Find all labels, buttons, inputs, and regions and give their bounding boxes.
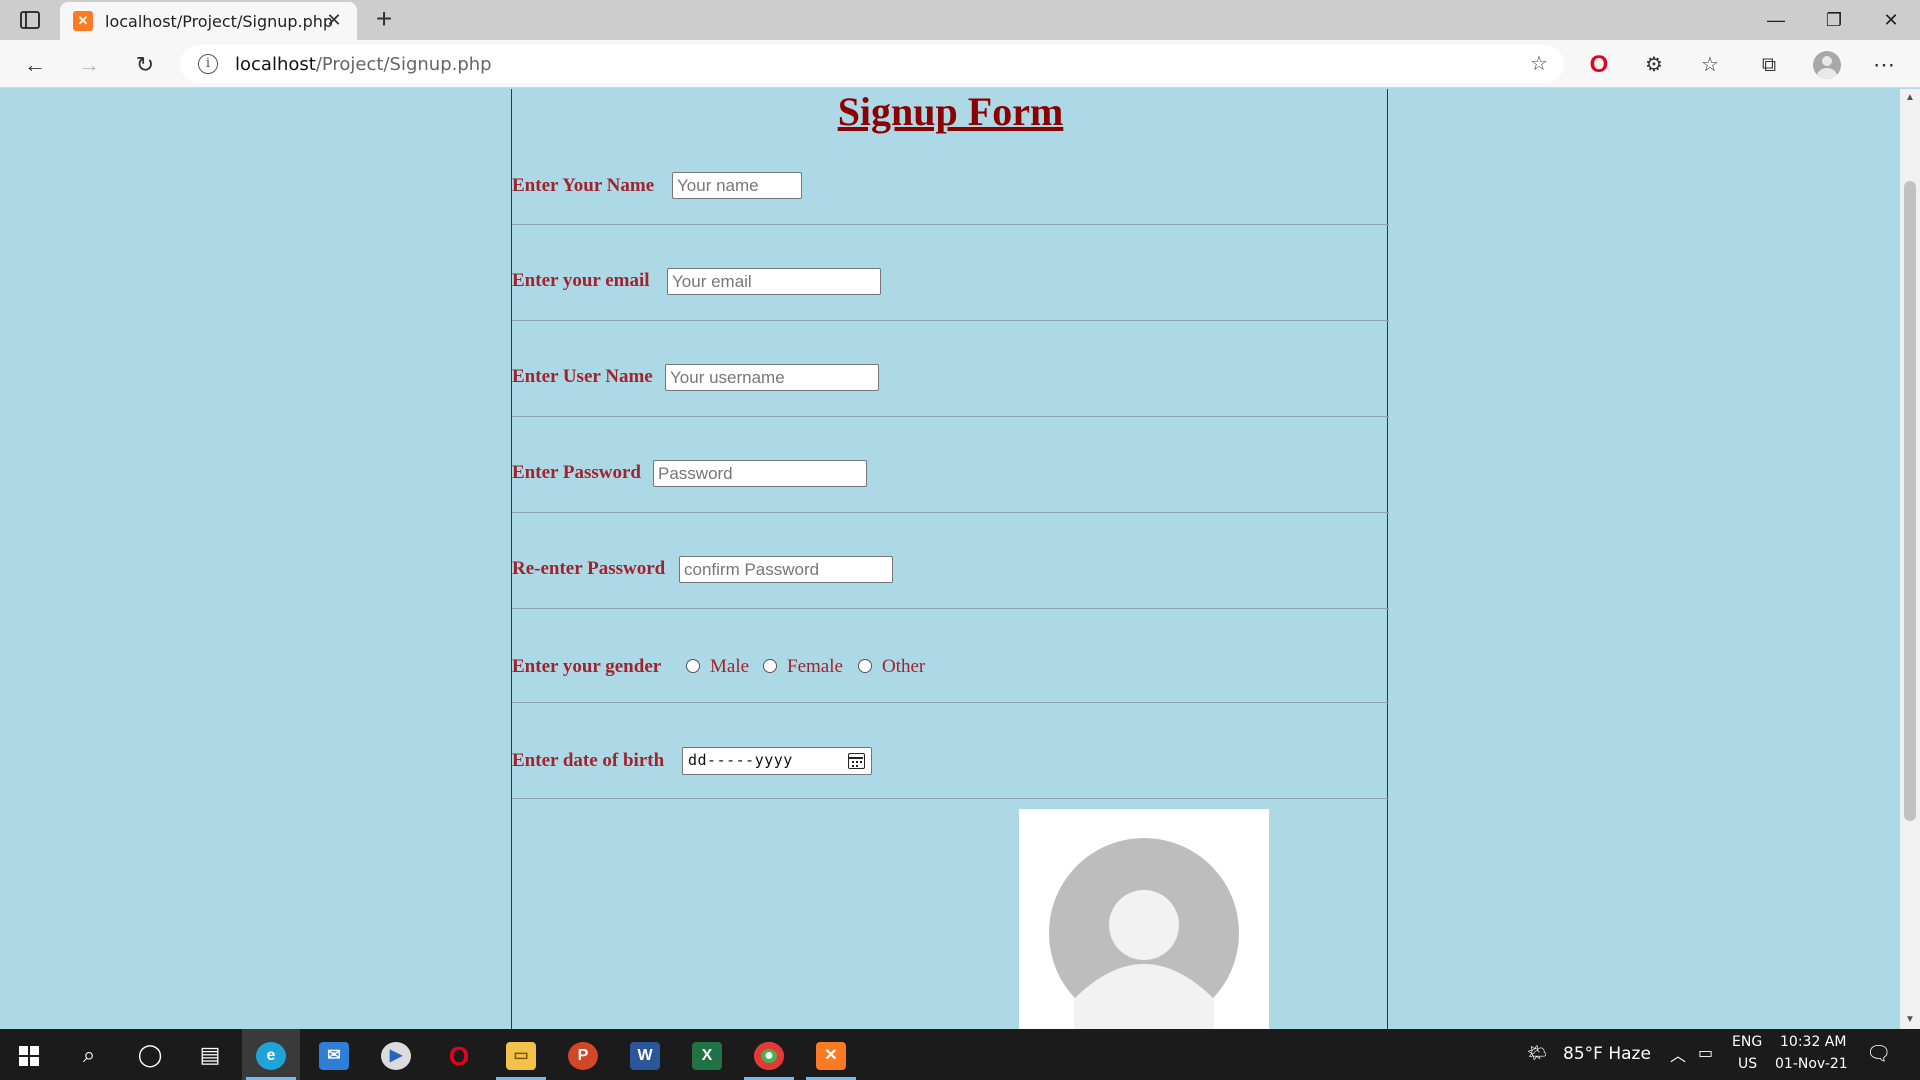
dob-label: Enter date of birth [512,750,665,771]
clock-time[interactable]: 10:32 AM [1780,1034,1846,1050]
region-indicator[interactable]: US [1738,1056,1757,1072]
clock-date[interactable]: 01-Nov-21 [1775,1056,1848,1072]
dob-row: Enter date of birth dd-----yyyy [512,703,1389,799]
opera-icon[interactable]: O [430,1029,488,1080]
name-row: Enter Your Name [512,135,1389,225]
gender-male-radio[interactable] [686,659,700,673]
word-icon[interactable]: W [616,1029,674,1080]
dob-date-input[interactable]: dd-----yyyy [682,747,872,775]
confirm-password-row: Re-enter Password [512,513,1389,609]
collections-icon[interactable]: ⧉ [1752,48,1786,82]
confirm-password-label: Re-enter Password [512,558,666,579]
name-label: Enter Your Name [512,175,655,196]
gender-other-radio[interactable] [858,659,872,673]
profile-picture [1019,809,1269,1029]
username-input[interactable] [665,364,879,391]
chrome-icon[interactable]: ● [740,1029,798,1080]
gender-row: Enter your gender Male Female Other [512,609,1389,703]
password-input[interactable] [653,460,867,487]
username-label: Enter User Name [512,366,653,387]
name-input[interactable] [672,172,802,199]
windows-start-icon[interactable] [0,1029,58,1080]
gender-female-label[interactable]: Female [787,656,843,678]
signup-form: Signup Form Enter Your Name Enter your e… [511,89,1389,1029]
weather-icon[interactable]: 🌤 [1527,1043,1547,1062]
password-row: Enter Password [512,417,1389,513]
weather-text[interactable]: 85°F Haze [1563,1044,1651,1064]
browser-tab[interactable]: ✕ localhost/Project/Signup.php ✕ [60,2,357,40]
language-indicator[interactable]: ENG [1732,1034,1762,1050]
tab-title: localhost/Project/Signup.php [105,12,334,31]
email-row: Enter your email [512,225,1389,321]
excel-icon[interactable]: X [678,1029,736,1080]
site-info-icon[interactable]: i [198,54,218,74]
media-player-icon[interactable]: ▶ [367,1029,425,1080]
refresh-icon[interactable]: ↻ [128,48,162,82]
gender-male-label[interactable]: Male [710,656,749,678]
form-heading: Signup Form [837,89,1064,134]
address-toolbar: ← → ↻ i localhost/Project/Signup.php ☆ O… [0,40,1920,88]
calendar-icon[interactable] [848,753,865,769]
scroll-up-icon[interactable]: ▲ [1900,89,1920,107]
favorites-icon[interactable]: ☆ [1693,48,1727,82]
edge-browser-icon[interactable]: e [242,1029,300,1080]
settings-more-icon[interactable]: ⋯ [1867,48,1901,82]
mail-icon[interactable]: ✉ [305,1029,363,1080]
url-text[interactable]: localhost/Project/Signup.php [235,54,492,75]
forward-arrow-icon[interactable]: → [72,48,106,82]
cortana-icon[interactable]: ◯ [121,1029,179,1080]
password-label: Enter Password [512,462,641,483]
file-explorer-icon[interactable]: ▭ [492,1029,550,1080]
email-label: Enter your email [512,270,650,291]
confirm-password-input[interactable] [679,556,893,583]
profile-avatar-icon[interactable] [1813,51,1841,79]
xampp-icon[interactable]: ✕ [802,1029,860,1080]
add-favorite-icon[interactable]: ☆ [1526,51,1552,77]
email-input[interactable] [667,268,881,295]
battery-icon[interactable]: ▭ [1698,1043,1713,1062]
back-arrow-icon[interactable]: ← [18,48,52,82]
close-window-button[interactable]: ✕ [1862,0,1920,40]
powerpoint-icon[interactable]: P [554,1029,612,1080]
gender-female-radio[interactable] [763,659,777,673]
opera-extension-icon[interactable]: O [1582,48,1616,82]
dob-placeholder: dd-----yyyy [688,751,793,769]
tab-close-icon[interactable]: ✕ [323,9,345,31]
search-icon[interactable]: ⌕ [60,1029,118,1080]
xampp-favicon-icon: ✕ [73,11,93,31]
restore-button[interactable]: ❐ [1805,0,1863,40]
show-hidden-icons-icon[interactable]: ︿ [1670,1042,1686,1066]
minimize-button[interactable]: — [1747,0,1805,40]
default-avatar-icon [1049,838,1239,1029]
username-row: Enter User Name [512,321,1389,417]
task-view-icon[interactable]: ▤ [181,1029,239,1080]
gender-label: Enter your gender [512,656,662,677]
extensions-icon[interactable]: ⚙ [1637,48,1671,82]
url-bar[interactable]: i localhost/Project/Signup.php ☆ [180,45,1564,83]
tab-strip: ✕ localhost/Project/Signup.php ✕ + — ❐ ✕ [0,0,1920,40]
gender-other-label[interactable]: Other [882,656,925,678]
scroll-down-icon[interactable]: ▼ [1900,1011,1920,1029]
scrollbar-thumb[interactable] [1904,181,1916,821]
windows-taskbar: ⌕ ◯ ▤ e ✉ ▶ O ▭ P W X ● ✕ 🌤 85°F Haze ︿ … [0,1029,1920,1080]
page-scrollbar[interactable]: ▲ ▼ [1900,89,1920,1029]
new-tab-button[interactable]: + [368,4,400,36]
page-viewport: Signup Form Enter Your Name Enter your e… [0,89,1900,1029]
notifications-icon[interactable]: 🗨 [1866,1041,1891,1065]
tab-actions-icon[interactable] [18,10,42,30]
